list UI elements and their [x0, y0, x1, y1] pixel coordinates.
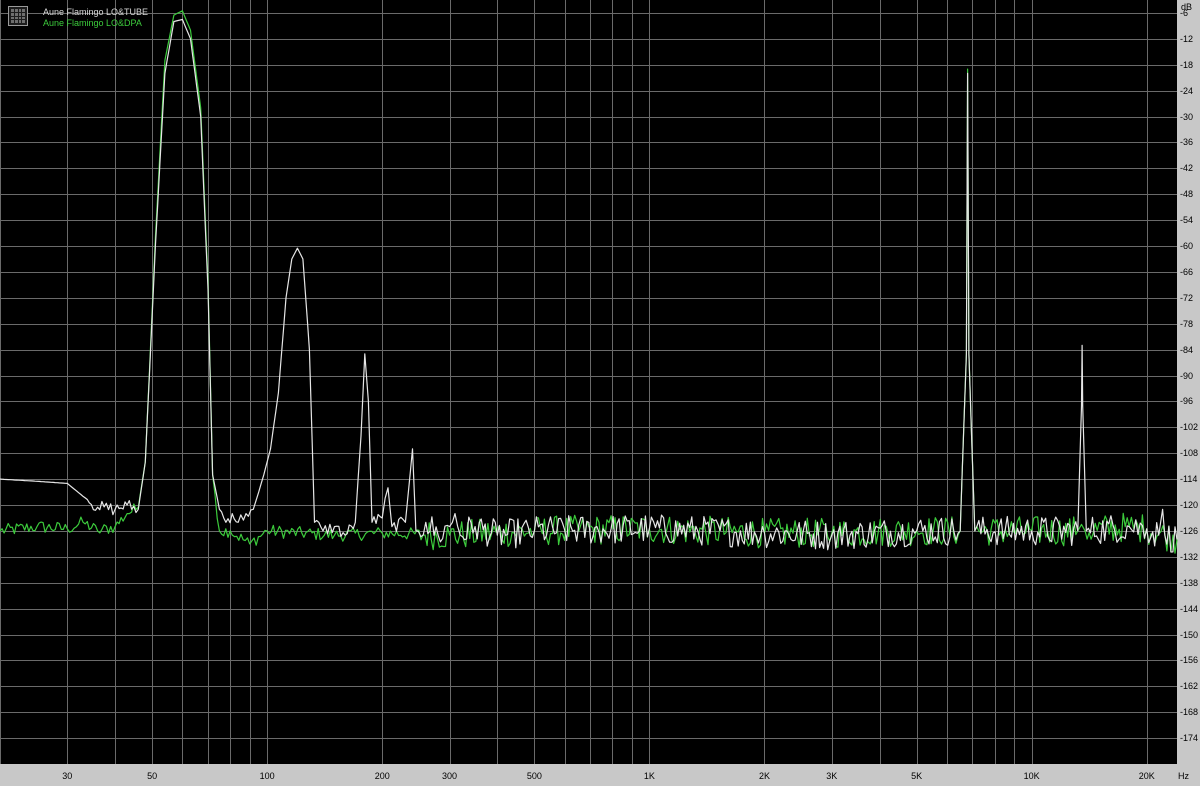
y-tick-label: -132 [1180, 552, 1198, 562]
x-tick-label: 30 [62, 771, 72, 781]
y-tick-label: -162 [1180, 681, 1198, 691]
x-axis-unit-label: Hz [1178, 771, 1189, 781]
y-tick-label: -168 [1180, 707, 1198, 717]
y-tick-label: -126 [1180, 526, 1198, 536]
y-tick-label: -30 [1180, 112, 1193, 122]
x-tick-label: 500 [527, 771, 542, 781]
fft-spectrum-chart: dB-6-12-18-24-30-36-42-48-54-60-66-72-78… [0, 0, 1200, 786]
y-tick-label: -96 [1180, 396, 1193, 406]
y-tick-label: -150 [1180, 630, 1198, 640]
x-tick-label: 100 [260, 771, 275, 781]
y-tick-label: -156 [1180, 655, 1198, 665]
grid-icon[interactable] [8, 6, 28, 26]
y-tick-label: -102 [1180, 422, 1198, 432]
y-tick-label: -78 [1180, 319, 1193, 329]
y-tick-label: -138 [1180, 578, 1198, 588]
legend: Aune Flamingo LO&TUBE Aune Flamingo LO&D… [8, 6, 148, 29]
x-tick-label: 10K [1024, 771, 1040, 781]
x-tick-label: 5K [911, 771, 922, 781]
y-tick-label: -18 [1180, 60, 1193, 70]
y-tick-label: -6 [1180, 8, 1188, 18]
y-tick-label: -60 [1180, 241, 1193, 251]
y-tick-label: -174 [1180, 733, 1198, 743]
y-tick-label: -66 [1180, 267, 1193, 277]
plot-area [0, 0, 1177, 764]
x-tick-label: 50 [147, 771, 157, 781]
y-tick-label: -84 [1180, 345, 1193, 355]
y-tick-label: -42 [1180, 163, 1193, 173]
y-tick-label: -72 [1180, 293, 1193, 303]
legend-entry-lo-dpa: Aune Flamingo LO&DPA [43, 18, 142, 28]
y-tick-label: -48 [1180, 189, 1193, 199]
x-tick-label: 3K [826, 771, 837, 781]
x-tick-label: 20K [1139, 771, 1155, 781]
y-tick-label: -12 [1180, 34, 1193, 44]
y-tick-label: -114 [1180, 474, 1197, 484]
x-tick-label: 200 [375, 771, 390, 781]
y-tick-label: -144 [1180, 604, 1198, 614]
y-tick-label: -108 [1180, 448, 1198, 458]
y-tick-label: -54 [1180, 215, 1193, 225]
y-tick-label: -24 [1180, 86, 1193, 96]
legend-entry-lo-tube: Aune Flamingo LO&TUBE [43, 7, 149, 17]
x-tick-label: 300 [442, 771, 457, 781]
y-tick-label: -36 [1180, 137, 1193, 147]
x-tick-label: 2K [759, 771, 770, 781]
x-tick-label: 1K [644, 771, 655, 781]
y-tick-label: -120 [1180, 500, 1198, 510]
y-tick-label: -90 [1180, 371, 1193, 381]
